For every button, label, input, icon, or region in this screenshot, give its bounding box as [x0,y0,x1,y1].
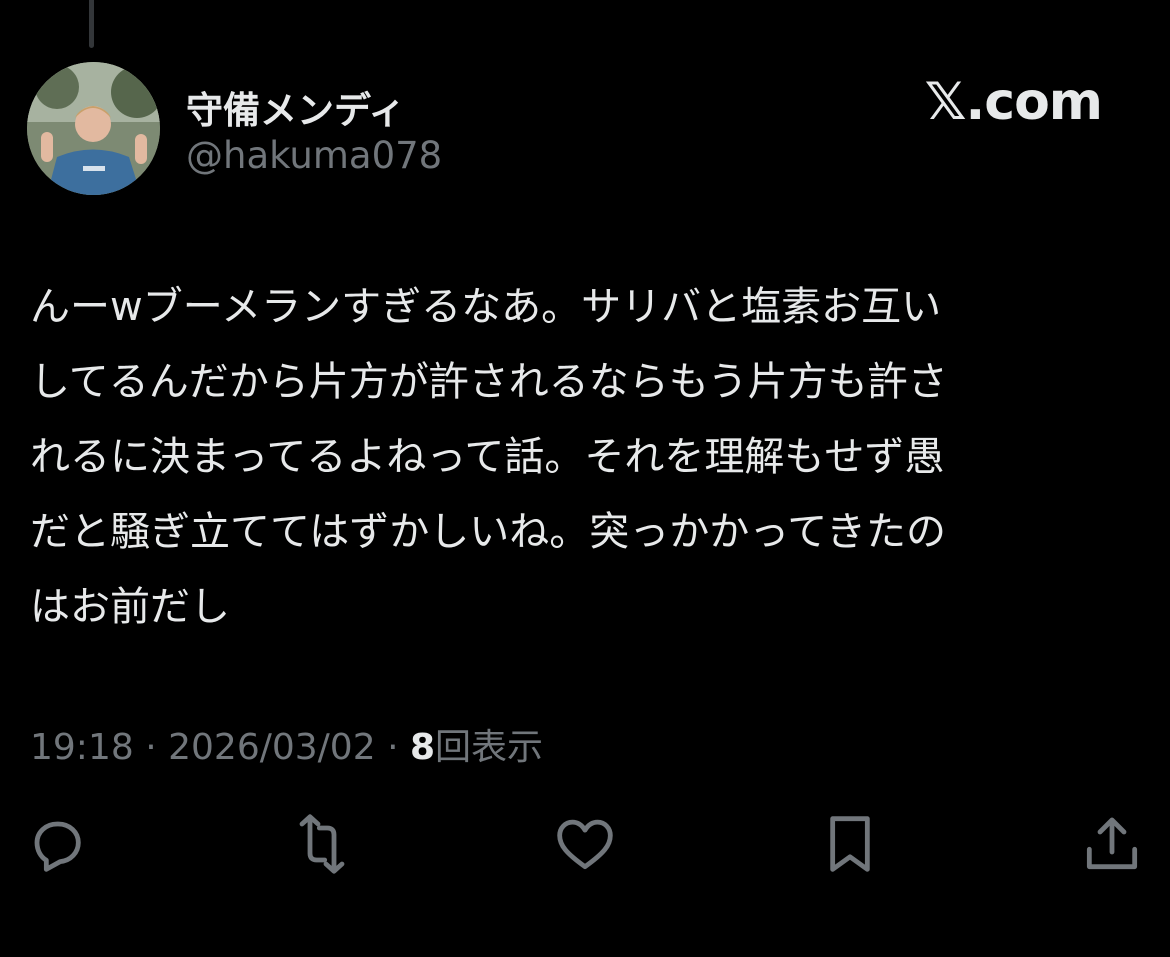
tweet-text-line: れるに決まってるよねって話。それを理解もせず愚 [30,434,945,480]
tweet-text-line: んーwブーメランすぎるなあ。サリバと塩素お互い [30,284,942,330]
tweet-text-line: してるんだから片方が許されるならもう片方も許さ [30,359,948,405]
tweet-text-line: はお前だし [30,584,230,630]
views-count: 8 [409,727,436,768]
tweet-meta: 19:18 · 2026/03/02 · 8回表示 [30,718,543,770]
views-label: 回表示 [435,727,544,768]
avatar-image [27,62,160,195]
avatar[interactable] [27,62,160,195]
retweet-button[interactable] [290,812,354,876]
share-icon [1086,817,1138,870]
reply-icon [34,821,81,872]
tweet-time[interactable]: 19:18 [30,727,134,768]
author-display-name[interactable]: 守備メンディ [186,80,405,134]
brand-logo: 𝕏.com [924,72,1103,132]
bookmark-icon [830,816,870,872]
author-handle[interactable]: @hakuma078 [186,134,442,177]
meta-separator: · [145,727,157,768]
tweet-text: んーwブーメランすぎるなあ。サリバと塩素お互い してるんだから片方が許されるなら… [30,270,1140,645]
bookmark-button[interactable] [818,812,882,876]
meta-separator: · [387,727,399,768]
tweet-date[interactable]: 2026/03/02 [168,727,376,768]
share-button[interactable] [1080,812,1144,876]
like-icon [557,819,613,870]
action-bar [0,812,1170,882]
thread-connector-line [89,0,94,48]
like-button[interactable] [553,812,617,876]
tweet-text-line: だと騒ぎ立ててはずかしいね。突っかかってきたの [30,509,946,555]
retweet-icon [299,814,345,874]
reply-button[interactable] [25,812,89,876]
